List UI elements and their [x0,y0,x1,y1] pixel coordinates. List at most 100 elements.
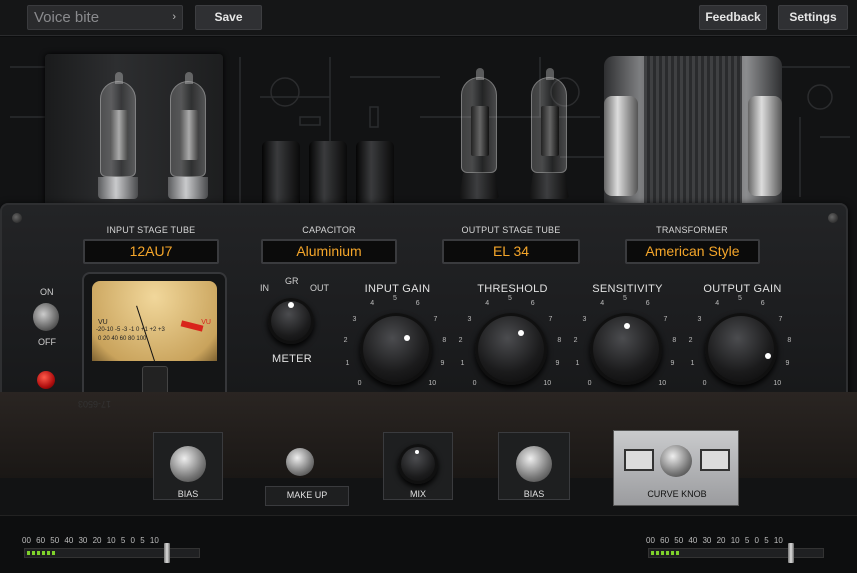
input-stage-tube-label: INPUT STAGE TUBE [106,225,196,235]
output-tube-2 [529,68,569,199]
knob-tick-label: 10 [773,380,782,388]
knob-tick-label: 2 [573,337,578,345]
capacitor-1 [262,141,300,209]
curve-left-switch[interactable] [624,449,654,471]
knob-tick-label: 9 [555,360,560,368]
bias-left-button[interactable] [170,446,206,482]
transformer [604,56,782,216]
knob-tick-label: 1 [690,360,695,368]
knob-tick-label: 3 [352,315,357,323]
input-gain-knob[interactable] [360,313,432,385]
make-up-label: MAKE UP [286,490,328,500]
knob-tick-label: 3 [467,315,472,323]
input-tube-1 [98,72,138,199]
meter-out-label: OUT [310,283,329,293]
input-meter-scale: 00 60 50 40 30 20 10 5 0 5 10 [22,536,159,545]
knob-tick-label: 3 [582,315,587,323]
capacitor-display[interactable]: Aluminium [261,239,397,264]
knob-tick-label: 6 [645,300,650,308]
knob-tick-label: 0 [587,380,592,388]
knob-tick-label: 7 [663,315,668,323]
knob-tick-label: 6 [530,300,535,308]
input-tube-2 [168,72,208,199]
output-meter-level [651,551,680,555]
top-bar: Voice bite › Save Feedback Settings [0,0,857,36]
output-gain-label: OUTPUT GAIN [703,283,782,295]
settings-button[interactable]: Settings [778,5,848,30]
bias-right-button[interactable] [516,446,552,482]
knob-tick-label: 5 [738,295,742,302]
knob-tick-label: 9 [785,360,790,368]
input-stage-tube-display[interactable]: 12AU7 [83,239,219,264]
knob-tick-label: 1 [575,360,580,368]
knob-tick-label: 2 [458,337,463,345]
knob-tick-label: 0 [702,380,707,388]
knob-tick-label: 4 [600,300,605,308]
knob-tick-label: 8 [787,337,792,345]
knob-tick-label: 10 [658,380,667,388]
knob-tick-label: 7 [433,315,438,323]
output-gain-knob[interactable] [705,313,777,385]
sensitivity-knob[interactable] [590,313,662,385]
vu-meter-face: VU VU -20-10 -5 -3 -1 0 +1 +2 +3 0 20 40… [92,281,217,361]
on-label: ON [40,287,54,297]
off-label: OFF [38,337,56,347]
knob-tick-label: 5 [508,295,512,302]
knob-tick-label: 7 [548,315,553,323]
knob-tick-label: 8 [557,337,562,345]
vu-left-label: VU [98,319,108,326]
vu-red-zone [180,320,204,332]
knob-tick-label: 10 [543,380,552,388]
knob-tick-label: 5 [623,295,627,302]
knob-tick-label: 6 [760,300,765,308]
knob-tick-label: 0 [472,380,477,388]
knob-tick-label: 2 [343,337,348,345]
knob-tick-label: 1 [460,360,465,368]
curve-right-switch[interactable] [700,449,730,471]
make-up-knob[interactable] [286,448,314,476]
capacitor-3 [356,141,394,209]
pcb-marking: 17-6503 [78,399,112,409]
knob-tick-label: 9 [440,360,445,368]
mix-knob[interactable] [398,444,438,484]
capacitor-label: CAPACITOR [302,225,356,235]
vu-scale: -20-10 -5 -3 -1 0 +1 +2 +3 [96,327,165,333]
knob-tick-label: 6 [415,300,420,308]
output-fader-handle[interactable] [788,543,795,563]
knob-tick-label: 3 [697,315,702,323]
io-meters: 00 60 50 40 30 20 10 5 0 5 10 00 60 50 4… [0,515,857,573]
preset-selector[interactable]: Voice bite › [27,5,183,30]
transformer-display[interactable]: American Style [625,239,760,264]
threshold-label: THRESHOLD [477,283,548,295]
output-stage-tube-display[interactable]: EL 34 [442,239,580,264]
threshold-knob[interactable] [475,313,547,385]
curve-knob-label: CURVE KNOB [647,489,707,499]
knob-tick-label: 4 [370,300,375,308]
transformer-label: TRANSFORMER [656,225,728,235]
screw [12,213,22,223]
feedback-button[interactable]: Feedback [699,5,767,30]
knob-tick-label: 4 [485,300,490,308]
power-toggle[interactable] [33,303,59,331]
knob-tick-label: 5 [393,295,397,302]
chevron-right-icon: › [172,11,176,23]
knob-tick-label: 7 [778,315,783,323]
knob-tick-label: 8 [442,337,447,345]
input-gain-label: INPUT GAIN [364,283,431,295]
meter-in-label: IN [260,283,269,293]
input-meter [24,543,200,563]
save-button[interactable]: Save [195,5,262,30]
knob-tick-label: 10 [428,380,437,388]
input-fader-handle[interactable] [164,543,171,563]
knob-tick-label: 8 [672,337,677,345]
capacitor-2 [309,141,347,209]
power-led [37,371,55,389]
knob-tick-label: 1 [345,360,350,368]
meter-selector-knob[interactable] [268,298,314,344]
meter-gr-label: GR [285,276,299,286]
knob-tick-label: 9 [670,360,675,368]
bias-left-label: BIAS [177,489,199,499]
curve-knob[interactable] [660,445,692,477]
output-stage-tube-label: OUTPUT STAGE TUBE [461,225,561,235]
bias-right-label: BIAS [523,489,545,499]
